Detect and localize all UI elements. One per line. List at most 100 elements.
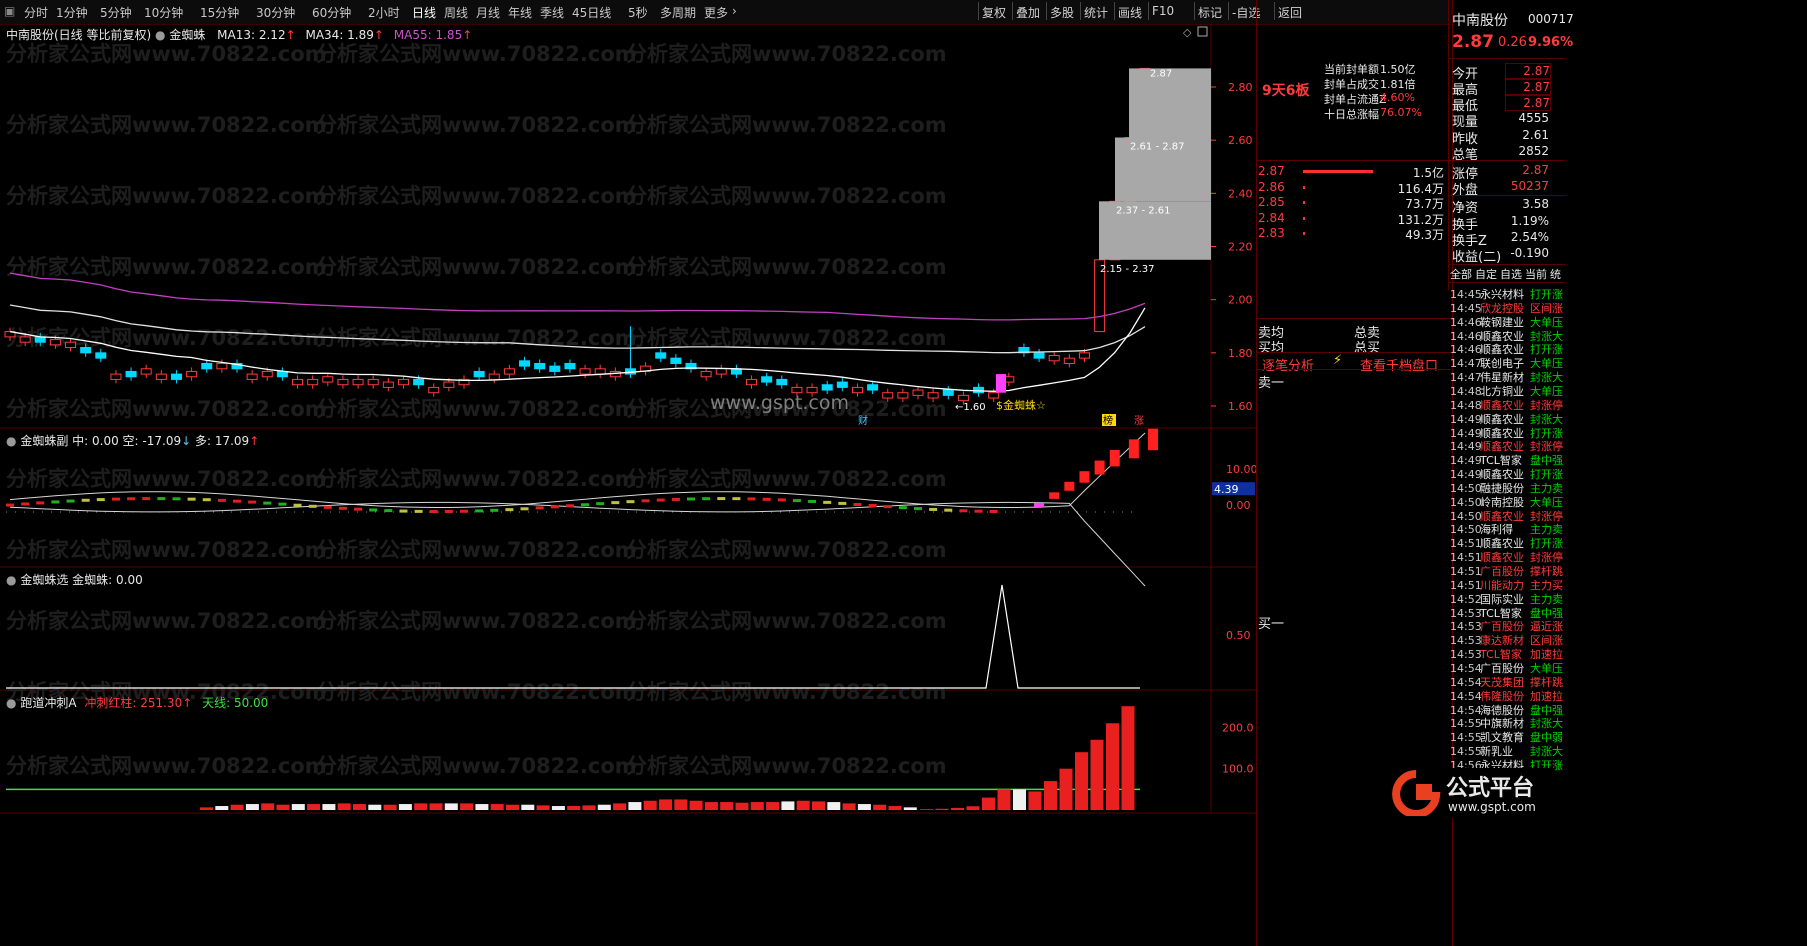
zone-label: 2.87 (1150, 68, 1172, 79)
candle-body[interactable] (594, 368, 606, 375)
sub1-block (550, 505, 559, 509)
candle-body[interactable] (746, 378, 758, 386)
candle-body[interactable] (912, 389, 924, 396)
candle-body[interactable] (49, 339, 61, 346)
candle-body[interactable] (201, 362, 213, 370)
thousand-level-button[interactable]: 查看千档盘口 (1360, 355, 1438, 374)
kline-chart[interactable]: 分析家公式网www.70822.com 分析家公式网www.70822.com 分析… (0, 0, 1452, 946)
candle-body[interactable] (95, 352, 107, 359)
ma34-label: MA34: 1.89 (305, 28, 374, 42)
candle-body[interactable] (1063, 357, 1075, 364)
rush-bar (322, 804, 336, 810)
candle-body[interactable] (942, 389, 954, 396)
price-change: 0.26 (1498, 35, 1527, 50)
sub1-rise-block (1128, 439, 1139, 459)
monitor-tab-2[interactable]: 自选 (1500, 266, 1522, 282)
watermark-text: 分析家公式网www.70822.com (6, 397, 327, 421)
candle-body[interactable] (382, 381, 394, 388)
candle-body[interactable] (352, 378, 364, 386)
sub1-block (81, 498, 90, 502)
rush-bar (1090, 739, 1104, 810)
diamond-icon[interactable]: ◇ (1183, 26, 1192, 39)
rush-bar (230, 804, 244, 810)
candle-body[interactable] (307, 378, 319, 386)
candle-body[interactable] (261, 370, 273, 378)
rush-bar (781, 801, 795, 810)
watermark-text: 分析家公式网www.70822.com (6, 467, 327, 491)
candle-body[interactable] (776, 378, 788, 386)
sub3-name[interactable]: 跑道冲刺A (20, 696, 76, 710)
field-high-value: 2.87 (1505, 79, 1551, 95)
ma55-label: MA55: 1.85 (393, 28, 463, 42)
candle-body[interactable] (851, 386, 863, 394)
candle-body[interactable] (110, 373, 122, 380)
sub2-name[interactable]: 金蜘蛛选 (20, 573, 68, 587)
monitor-tab-3[interactable]: 当前 (1525, 266, 1547, 282)
candle-body[interactable] (473, 370, 485, 378)
book-bar (1303, 185, 1305, 189)
candle-body[interactable] (867, 384, 879, 391)
sub1-block (687, 497, 695, 501)
candle-body[interactable] (413, 378, 425, 386)
monitor-tab-1[interactable]: 自定 (1475, 266, 1497, 282)
candle-body[interactable] (80, 347, 92, 354)
monitor-tab-0[interactable]: 全部 (1450, 266, 1472, 282)
sub1-name[interactable]: 金蜘蛛副 (20, 434, 68, 448)
candle-body[interactable] (715, 368, 727, 375)
candle-body[interactable] (836, 381, 848, 388)
candle-body[interactable] (488, 373, 500, 380)
candle-body[interactable] (292, 378, 304, 386)
expand-icon[interactable] (1197, 26, 1208, 37)
candle-body[interactable] (246, 373, 258, 380)
candle-body[interactable] (125, 370, 137, 378)
sub1-block (51, 500, 60, 504)
candle-body[interactable] (549, 365, 561, 372)
price-tick: 2.00 (1228, 294, 1253, 307)
candle-body[interactable] (322, 376, 334, 383)
candle-body[interactable] (897, 392, 909, 399)
candle-body[interactable] (397, 378, 409, 386)
candle-body[interactable] (19, 336, 31, 343)
candle-body[interactable] (443, 381, 455, 388)
candle-body[interactable] (821, 384, 833, 391)
indicator-name[interactable]: 金蜘蛛 (169, 28, 205, 42)
candle-body[interactable] (761, 376, 773, 383)
candle-body[interactable] (216, 362, 228, 370)
candle-body[interactable] (670, 357, 682, 364)
rush-bar (1121, 706, 1135, 810)
candle-body[interactable] (519, 360, 531, 367)
candle-body[interactable] (655, 352, 667, 359)
ma55-line (9, 272, 1146, 321)
candle-body[interactable] (1033, 352, 1045, 359)
candle-body[interactable] (927, 392, 939, 399)
candle-body[interactable] (1048, 354, 1060, 362)
candle-body[interactable] (957, 394, 969, 402)
candle-body[interactable] (367, 378, 379, 386)
candle-body[interactable] (882, 392, 894, 399)
marker-cai: 财 (858, 414, 868, 427)
candle-body[interactable] (186, 370, 198, 378)
candle-body[interactable] (170, 373, 182, 380)
candle-body[interactable] (140, 368, 152, 375)
candle-body[interactable] (564, 362, 576, 370)
price-tick: 1.60 (1228, 400, 1253, 413)
candle-body[interactable] (65, 341, 77, 349)
candle-body[interactable] (155, 373, 167, 380)
candle-body[interactable] (534, 362, 546, 370)
seal-key: 封单占流通Z (1324, 93, 1387, 106)
candle-body[interactable] (1078, 352, 1090, 359)
rush-bar (291, 804, 305, 810)
candle-body[interactable] (503, 368, 515, 375)
candle-body[interactable] (428, 386, 440, 394)
candle-body[interactable] (579, 368, 591, 375)
monitor-tab-4[interactable]: 统 (1550, 266, 1561, 282)
sub1-dot-icon: ● (6, 434, 17, 448)
watermark-text: 分析家公式网www.70822.com (6, 184, 327, 208)
candle-body[interactable] (337, 378, 349, 386)
candle-body[interactable] (700, 370, 712, 378)
sub3-up-icon: ↑ (182, 696, 193, 710)
candle-body[interactable] (973, 386, 985, 394)
sub3-sky: 天线: 50.00 (202, 696, 269, 710)
candle-body[interactable] (988, 392, 1000, 399)
stock-code: 000717 (1528, 12, 1574, 26)
